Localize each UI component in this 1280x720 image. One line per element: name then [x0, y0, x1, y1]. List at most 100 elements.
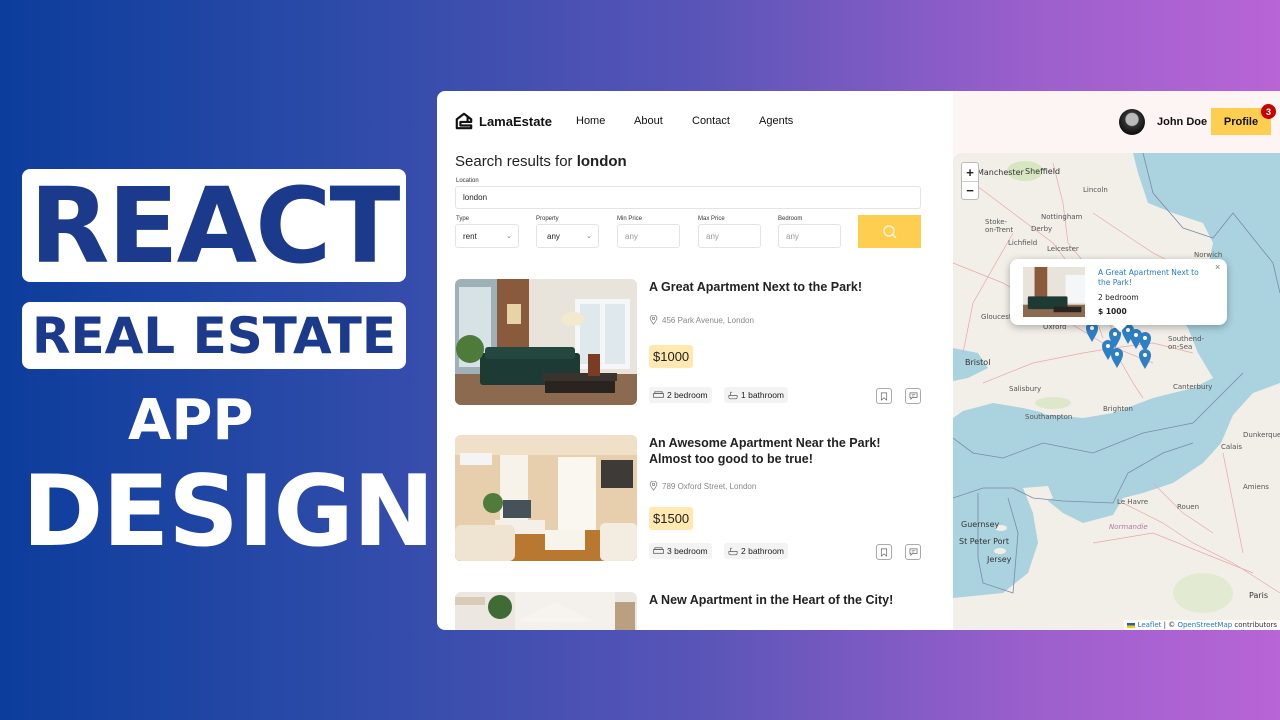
nav-link-home[interactable]: Home	[576, 115, 605, 127]
bedroom-feature: 3 bedroom	[649, 543, 712, 559]
chat-icon	[909, 548, 917, 556]
chat-button[interactable]	[905, 388, 921, 404]
listing-address: 456 Park Avenue, London	[649, 315, 754, 325]
bookmark-icon	[880, 392, 888, 401]
min-price-input[interactable]: any	[617, 224, 680, 248]
logo[interactable]: LamaEstate	[455, 112, 552, 130]
map-label: Le Havre	[1117, 498, 1149, 506]
listing-image[interactable]	[455, 592, 637, 630]
bedroom-count: 2 bedroom	[667, 390, 708, 400]
map-label: Salisbury	[1009, 385, 1042, 393]
listing-price: $1500	[649, 507, 694, 530]
search-button[interactable]	[858, 215, 921, 248]
openstreetmap-link[interactable]: OpenStreetMap	[1177, 621, 1232, 629]
location-input[interactable]: london	[455, 186, 921, 209]
listing-title[interactable]: A Great Apartment Next to the Park!	[649, 279, 924, 295]
property-select[interactable]: any ⌄	[536, 224, 599, 248]
map-label: Sheffield	[1025, 167, 1061, 176]
bed-icon	[653, 547, 664, 554]
map-label: Stoke-on-Trent	[985, 218, 1014, 234]
map-label: Derby	[1031, 225, 1053, 233]
bedroom-label: Bedroom	[778, 216, 803, 222]
zoom-control: + −	[961, 162, 979, 200]
user-name: John Doe	[1157, 116, 1208, 128]
location-pin-icon	[649, 481, 658, 491]
map-label: Lincoln	[1083, 186, 1108, 194]
save-button[interactable]	[876, 388, 892, 404]
bathroom-feature: 1 bathroom	[724, 387, 788, 403]
map[interactable]: Manchester Sheffield Lincoln Nottingham …	[953, 153, 1280, 630]
map-attribution: Leaflet | © OpenStreetMap contributors	[1124, 620, 1280, 630]
property-label: Property	[536, 216, 559, 222]
chevron-down-icon: ⌄	[506, 233, 512, 240]
map-label: Leicester	[1047, 245, 1079, 253]
map-marker-icon[interactable]	[1110, 347, 1124, 369]
zoom-out-button[interactable]: −	[962, 181, 978, 199]
search-query: london	[576, 153, 627, 170]
listing-card[interactable]: An Awesome Apartment Near the Park! Almo…	[455, 435, 921, 561]
map-popup: A Great Apartment Next to the Park! 2 be…	[1010, 259, 1227, 332]
map-label: Lichfield	[1008, 239, 1038, 247]
location-pin-icon	[649, 315, 658, 325]
listing-address: 789 Oxford Street, London	[649, 481, 756, 491]
map-label: Manchester	[977, 168, 1024, 177]
map-marker-icon[interactable]	[1138, 348, 1152, 370]
search-title-prefix: Search results for	[455, 153, 573, 170]
chevron-down-icon: ⌄	[586, 233, 592, 240]
user-info[interactable]: John Doe	[1119, 109, 1207, 135]
popup-price: $ 1000	[1098, 307, 1127, 316]
map-label: Bristol	[965, 358, 991, 367]
attribution-separator: | ©	[1161, 621, 1178, 629]
listing-image[interactable]	[455, 279, 637, 405]
bathroom-count: 1 bathroom	[741, 390, 784, 400]
popup-image	[1023, 267, 1085, 317]
map-label: Dunkerque	[1243, 431, 1280, 439]
avatar[interactable]	[1119, 109, 1145, 135]
map-label: Amiens	[1243, 483, 1269, 491]
popup-title-link[interactable]: A Great Apartment Next to the Park!	[1098, 268, 1213, 288]
listing-image[interactable]	[455, 435, 637, 561]
map-label: St Peter Port	[959, 537, 1009, 546]
promo-title-app: APP	[128, 388, 254, 453]
bathroom-feature: 2 bathroom	[724, 543, 788, 559]
map-label: Calais	[1221, 443, 1243, 451]
map-label: Canterbury	[1173, 383, 1213, 391]
map-label: Normandie	[1109, 523, 1148, 531]
map-label: Southampton	[1025, 413, 1073, 421]
nav-link-contact[interactable]: Contact	[692, 115, 730, 127]
bath-icon	[728, 391, 738, 399]
map-label: Nottingham	[1041, 213, 1083, 221]
navbar: LamaEstate Home About Contact Agents Joh…	[437, 91, 1280, 153]
min-price-label: Min Price	[617, 216, 643, 222]
leaflet-link[interactable]: Leaflet	[1138, 621, 1162, 629]
search-title: Search results for london	[455, 153, 627, 170]
map-label: Guernsey	[961, 520, 1000, 529]
app-window: LamaEstate Home About Contact Agents Joh…	[437, 91, 1280, 630]
nav-link-about[interactable]: About	[634, 115, 663, 127]
close-icon[interactable]: ×	[1215, 262, 1220, 272]
listing-title[interactable]: An Awesome Apartment Near the Park! Almo…	[649, 435, 924, 467]
popup-tip	[1113, 325, 1127, 332]
promo-title-react: REACT	[22, 165, 406, 287]
ukraine-flag-icon	[1127, 622, 1136, 628]
zoom-in-button[interactable]: +	[962, 163, 978, 181]
map-label: Paris	[1249, 591, 1269, 600]
bathroom-count: 2 bathroom	[741, 546, 784, 556]
listing-card[interactable]: A New Apartment in the Heart of the City…	[455, 592, 921, 630]
attribution-suffix: contributors	[1232, 621, 1277, 629]
max-price-label: Max Price	[698, 216, 725, 222]
promo-title-real-estate: REAL ESTATE	[22, 302, 406, 369]
type-select[interactable]: rent ⌄	[455, 224, 519, 248]
max-price-input[interactable]: any	[698, 224, 761, 248]
save-button[interactable]	[876, 544, 892, 560]
nav-link-agents[interactable]: Agents	[759, 115, 793, 127]
bedroom-input[interactable]: any	[778, 224, 841, 248]
listing-card[interactable]: A Great Apartment Next to the Park! 456 …	[455, 279, 921, 405]
listing-price: $1000	[649, 345, 694, 368]
map-label: Rouen	[1177, 503, 1200, 511]
property-value: any	[547, 231, 560, 241]
bedroom-feature: 2 bedroom	[649, 387, 712, 403]
chat-button[interactable]	[905, 544, 921, 560]
listing-title[interactable]: A New Apartment in the Heart of the City…	[649, 592, 924, 608]
popup-bedrooms: 2 bedroom	[1098, 293, 1139, 302]
